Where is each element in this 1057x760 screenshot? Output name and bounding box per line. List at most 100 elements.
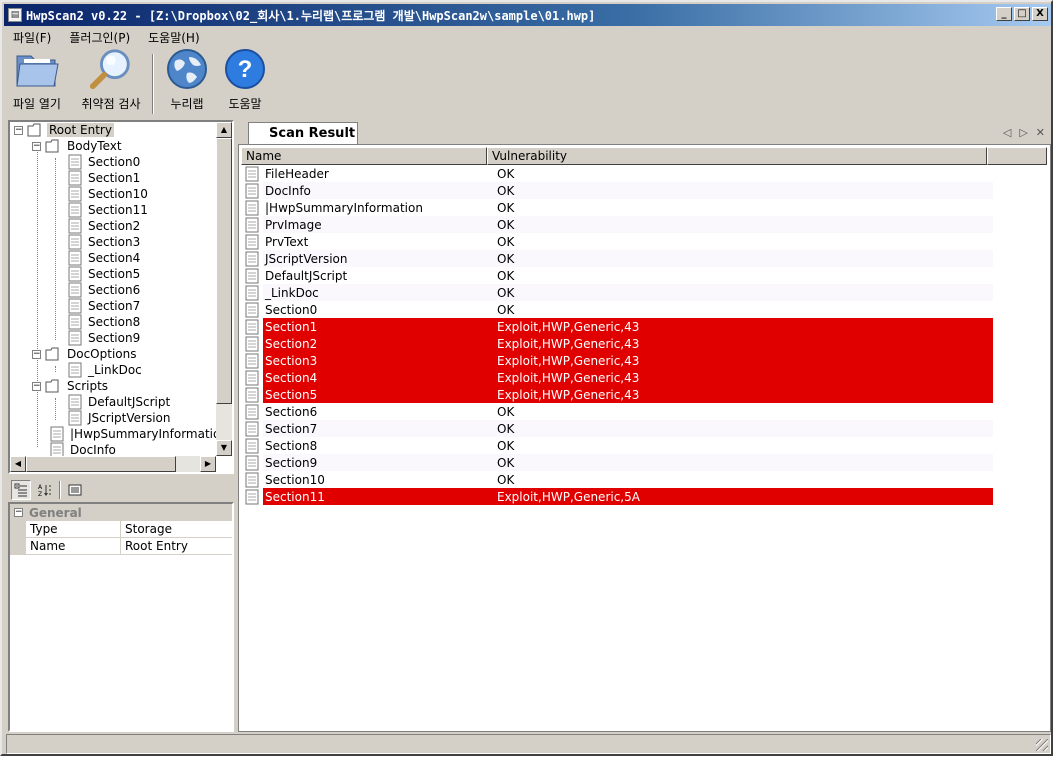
result-row[interactable]: Section6 OK — [241, 403, 1047, 420]
resize-grip-icon[interactable] — [1036, 739, 1048, 751]
result-row[interactable]: Section8 OK — [241, 437, 1047, 454]
menu-plugin[interactable]: 플러그인(P) — [60, 29, 139, 46]
tree-item-section[interactable]: Section0 — [68, 154, 142, 170]
svg-text:?: ? — [238, 56, 253, 83]
result-row[interactable]: PrvText OK — [241, 233, 1047, 250]
result-vulnerability: OK — [497, 234, 515, 249]
property-grid[interactable]: − General Type Storage Name Root Entry — [8, 502, 234, 732]
restore-button[interactable]: □ — [1014, 7, 1030, 21]
close-button[interactable]: X — [1032, 7, 1048, 21]
property-row[interactable]: Type Storage — [10, 521, 232, 538]
collapse-icon[interactable]: − — [32, 141, 41, 151]
tree-item-section[interactable]: Section1 — [68, 170, 142, 186]
document-icon — [245, 421, 261, 437]
result-vulnerability: OK — [497, 183, 515, 198]
document-icon — [245, 319, 261, 335]
property-row[interactable]: Name Root Entry — [10, 538, 232, 555]
tree-item-bodytext[interactable]: − BodyText — [32, 138, 124, 154]
result-row[interactable]: PrvImage OK — [241, 216, 1047, 233]
column-header-name[interactable]: Name — [241, 147, 487, 165]
result-row[interactable]: Section0 OK — [241, 301, 1047, 318]
result-row[interactable]: Section9 OK — [241, 454, 1047, 471]
result-row[interactable]: Section10 OK — [241, 471, 1047, 488]
alphabetical-button[interactable]: AZ — [35, 480, 55, 500]
tree-item-root-entry[interactable]: − Root Entry — [14, 122, 114, 138]
tree-item-section[interactable]: Section2 — [68, 218, 142, 234]
document-icon — [245, 489, 261, 505]
tree-horizontal-scrollbar[interactable]: ◀ ▶ — [10, 456, 216, 472]
menu-file[interactable]: 파일(F) — [4, 29, 60, 46]
result-vulnerability: OK — [497, 166, 515, 181]
property-pages-icon — [68, 484, 82, 496]
result-vulnerability: Exploit,HWP,Generic,43 — [497, 336, 640, 351]
result-row[interactable]: JScriptVersion OK — [241, 250, 1047, 267]
collapse-icon[interactable]: − — [32, 349, 41, 359]
tree-item-section[interactable]: Section8 — [68, 314, 142, 330]
result-name: Section3 — [265, 353, 318, 368]
tree-item-jscriptversion[interactable]: JScriptVersion — [68, 410, 172, 426]
tree-item-section[interactable]: Section9 — [68, 330, 142, 346]
result-vulnerability: OK — [497, 285, 515, 300]
scroll-up-button[interactable]: ▲ — [216, 122, 232, 138]
collapse-icon[interactable]: − — [32, 381, 41, 391]
property-pages-button[interactable] — [65, 480, 85, 500]
result-row[interactable]: |HwpSummaryInformation OK — [241, 199, 1047, 216]
result-row-vulnerable[interactable]: Section5 Exploit,HWP,Generic,43 — [241, 386, 1047, 403]
result-row[interactable]: _LinkDoc OK — [241, 284, 1047, 301]
help-button[interactable]: ? 도움말 — [216, 48, 274, 116]
tree-item-section[interactable]: Section11 — [68, 202, 150, 218]
scroll-thumb[interactable] — [216, 138, 232, 404]
result-row-vulnerable[interactable]: Section1 Exploit,HWP,Generic,43 — [241, 318, 1047, 335]
nurilab-button[interactable]: 누리랩 — [158, 48, 216, 116]
result-row[interactable]: DefaultJScript OK — [241, 267, 1047, 284]
tab-strip: Scan Result ◁ ▷ ✕ — [238, 120, 1051, 144]
result-row-vulnerable[interactable]: Section2 Exploit,HWP,Generic,43 — [241, 335, 1047, 352]
result-vulnerability: OK — [497, 438, 515, 453]
result-row[interactable]: Section7 OK — [241, 420, 1047, 437]
result-row-vulnerable[interactable]: Section4 Exploit,HWP,Generic,43 — [241, 369, 1047, 386]
result-name: Section8 — [265, 438, 318, 453]
scan-result-list[interactable]: Name Vulnerability FileHeader OK DocInfo OK… — [238, 144, 1051, 732]
minimize-button[interactable]: _ — [996, 7, 1012, 21]
tree-item-docoptions[interactable]: − DocOptions — [32, 346, 138, 362]
categorized-button[interactable] — [11, 480, 31, 500]
result-vulnerability: OK — [497, 217, 515, 232]
result-row[interactable]: FileHeader OK — [241, 165, 1047, 182]
tree-label: Scripts — [67, 379, 109, 393]
scroll-thumb[interactable] — [26, 456, 176, 472]
structure-tree[interactable]: − Root Entry − BodyText Section0 Section1… — [8, 120, 234, 474]
menu-help[interactable]: 도움말(H) — [139, 29, 209, 46]
tab-prev-icon[interactable]: ◁ — [1003, 126, 1011, 139]
scroll-left-button[interactable]: ◀ — [10, 456, 26, 472]
result-rows: FileHeader OK DocInfo OK |HwpSummaryInformat… — [241, 165, 1047, 505]
tree-label: Section10 — [88, 187, 148, 201]
scroll-right-button[interactable]: ▶ — [200, 456, 216, 472]
tree-item-section[interactable]: Section3 — [68, 234, 142, 250]
tree-item-section[interactable]: Section4 — [68, 250, 142, 266]
collapse-icon[interactable]: − — [14, 125, 23, 135]
document-icon — [245, 285, 261, 301]
vulnerability-scan-button[interactable]: 취약점 검사 — [70, 48, 152, 116]
result-row-vulnerable[interactable]: Section3 Exploit,HWP,Generic,43 — [241, 352, 1047, 369]
open-file-button[interactable]: 파일 열기 — [4, 48, 70, 116]
tab-next-icon[interactable]: ▷ — [1019, 126, 1027, 139]
column-header-vulnerability[interactable]: Vulnerability — [487, 147, 987, 165]
tree-item-section[interactable]: Section5 — [68, 266, 142, 282]
tab-scan-result[interactable]: Scan Result — [248, 122, 358, 144]
tree-vertical-scrollbar[interactable]: ▲ ▼ — [216, 122, 232, 456]
result-row-vulnerable[interactable]: Section11 Exploit,HWP,Generic,5A — [241, 488, 1047, 505]
tab-close-icon[interactable]: ✕ — [1036, 126, 1045, 139]
tree-item-section[interactable]: Section7 — [68, 298, 142, 314]
title-bar[interactable]: ▤ HwpScan2 v0.22 - [Z:\Dropbox\02_회사\1.누… — [4, 4, 1051, 26]
result-vulnerability: OK — [497, 251, 515, 266]
tree-item-section[interactable]: Section6 — [68, 282, 142, 298]
property-category-general[interactable]: − General — [10, 504, 232, 521]
tree-item-linkdoc[interactable]: _LinkDoc — [68, 362, 144, 378]
collapse-icon[interactable]: − — [14, 508, 23, 517]
tree-item-scripts[interactable]: − Scripts — [32, 378, 110, 394]
scroll-down-button[interactable]: ▼ — [216, 440, 232, 456]
tree-item-section[interactable]: Section10 — [68, 186, 150, 202]
result-row[interactable]: DocInfo OK — [241, 182, 1047, 199]
tree-item-summary[interactable]: |HwpSummaryInformation — [50, 426, 230, 442]
tree-item-defaultjscript[interactable]: DefaultJScript — [68, 394, 172, 410]
